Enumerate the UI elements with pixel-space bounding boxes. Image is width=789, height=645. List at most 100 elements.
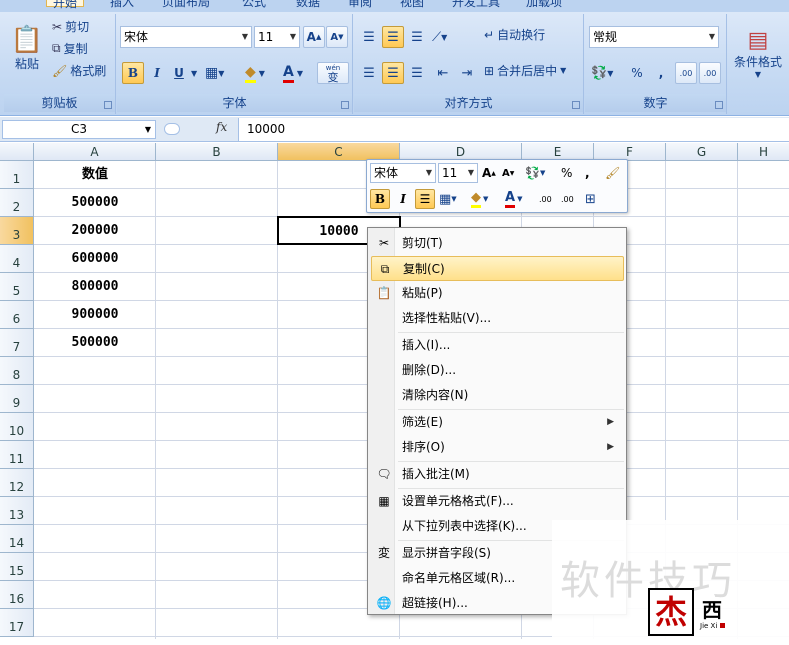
tab-review[interactable]: 审阅 — [348, 0, 372, 10]
underline-dropdown[interactable]: ▼ — [191, 62, 201, 84]
tab-view[interactable]: 视图 — [400, 0, 424, 10]
font-launcher-icon[interactable] — [341, 101, 349, 109]
font-color-button[interactable]: A ▼ — [283, 62, 317, 84]
context-menu-item[interactable]: ▦ 设置单元格格式(F)... — [371, 489, 624, 514]
context-menu-item[interactable]: 排序(O) ▶ — [371, 435, 624, 460]
mini-center-button[interactable]: ☰ — [415, 189, 435, 209]
row-header-7[interactable]: 7 — [0, 329, 34, 357]
comma-button[interactable]: , — [651, 62, 671, 84]
font-size-combo[interactable]: 11 ▼ — [254, 26, 300, 48]
context-menu-item[interactable]: ⧉ 复制(C) — [371, 256, 624, 281]
copy-button[interactable]: ⧉ 复制 — [52, 40, 88, 57]
row-header-10[interactable]: 10 — [0, 413, 34, 441]
mini-increase-decimal-button[interactable]: .00 — [539, 189, 559, 209]
percent-button[interactable]: % — [627, 62, 647, 84]
mini-italic-button[interactable]: I — [394, 189, 412, 209]
context-menu-item[interactable]: 清除内容(N) — [371, 383, 624, 408]
mini-borders-button[interactable]: ▦ ▼ — [439, 189, 469, 209]
number-launcher-icon[interactable] — [715, 101, 723, 109]
mini-fill-color-button[interactable]: ◆ ▼ — [471, 189, 501, 209]
column-header-a[interactable]: A — [34, 143, 156, 161]
mini-grow-font-button[interactable]: A ▲ — [482, 163, 500, 183]
shrink-font-button[interactable]: A ▼ — [326, 26, 348, 48]
context-menu-item[interactable]: 📋 粘贴(P) — [371, 281, 624, 306]
mini-format-painter-button[interactable]: 🖌 — [605, 163, 623, 183]
cell-a6[interactable]: 900000 — [34, 301, 156, 329]
cut-button[interactable]: ✂ 剪切 — [52, 18, 89, 35]
increase-indent-button[interactable]: ⇥ — [456, 62, 478, 84]
italic-button[interactable]: I — [147, 62, 167, 84]
clipboard-launcher-icon[interactable] — [104, 101, 112, 109]
cell-a1[interactable]: 数值 — [34, 161, 156, 189]
cell-a7[interactable]: 500000 — [34, 329, 156, 357]
align-left-button[interactable]: ☰ — [358, 62, 380, 84]
tab-page-layout[interactable]: 页面布局 — [162, 0, 210, 10]
tab-formulas[interactable]: 公式 — [242, 0, 266, 10]
mini-shrink-font-button[interactable]: A ▼ — [502, 163, 520, 183]
row-header-6[interactable]: 6 — [0, 301, 34, 329]
mini-font-color-button[interactable]: A ▼ — [505, 189, 535, 209]
tab-addins[interactable]: 加载项 — [526, 0, 562, 10]
format-painter-button[interactable]: 🖌 格式刷 — [52, 62, 106, 79]
font-name-combo[interactable]: 宋体 ▼ — [120, 26, 252, 48]
row-header-11[interactable]: 11 — [0, 441, 34, 469]
merge-center-button[interactable]: ⊞ 合并后居中 ▼ — [484, 62, 566, 79]
decrease-decimal-button[interactable]: .00 — [699, 62, 721, 84]
align-top-button[interactable]: ☰ — [358, 26, 380, 48]
mini-decrease-decimal-button[interactable]: .00 — [561, 189, 581, 209]
phonetic-button[interactable]: wén 变 — [317, 62, 349, 84]
mini-bold-button[interactable]: B — [370, 189, 390, 209]
fill-color-button[interactable]: ◆ ▼ — [245, 62, 281, 84]
name-box[interactable]: C3 ▼ — [2, 120, 156, 139]
align-center-button[interactable]: ☰ — [382, 62, 404, 84]
conditional-format-button[interactable]: ▤ 条件格式 ▼ — [730, 18, 786, 88]
cell-a3[interactable]: 200000 — [34, 217, 156, 245]
row-header-3[interactable]: 3 — [0, 217, 34, 245]
formula-input[interactable]: 10000 — [238, 118, 789, 141]
underline-button[interactable]: U — [169, 62, 189, 84]
row-header-5[interactable]: 5 — [0, 273, 34, 301]
row-header-14[interactable]: 14 — [0, 525, 34, 553]
borders-button[interactable]: ▦ ▼ — [205, 62, 239, 84]
currency-button[interactable]: 💱 ▼ — [591, 62, 625, 84]
row-header-2[interactable]: 2 — [0, 189, 34, 217]
mini-currency-button[interactable]: 💱 ▼ — [525, 163, 553, 183]
align-right-button[interactable]: ☰ — [406, 62, 428, 84]
align-bottom-button[interactable]: ☰ — [406, 26, 428, 48]
row-header-1[interactable]: 1 — [0, 161, 34, 189]
mini-comma-button[interactable]: , — [585, 163, 597, 183]
mini-percent-button[interactable]: % — [561, 163, 575, 183]
mini-size-combo[interactable]: 11 ▼ — [438, 163, 478, 183]
orientation-button[interactable]: ⟋ ▼ — [432, 26, 464, 48]
row-header-17[interactable]: 17 — [0, 609, 34, 637]
tab-home[interactable]: 开始 — [46, 0, 85, 10]
column-header-b[interactable]: B — [156, 143, 278, 161]
insert-function-icon[interactable]: fx — [216, 120, 227, 134]
context-menu-item[interactable]: 🗨 插入批注(M) — [371, 462, 624, 487]
context-menu-item[interactable]: 筛选(E) ▶ — [371, 410, 624, 435]
column-header-h[interactable]: H — [738, 143, 789, 161]
row-header-16[interactable]: 16 — [0, 581, 34, 609]
row-header-9[interactable]: 9 — [0, 385, 34, 413]
paste-button[interactable]: 📋 粘贴 — [10, 18, 44, 78]
tab-insert[interactable]: 插入 — [110, 0, 134, 10]
context-menu-item[interactable]: ✂ 剪切(T) — [371, 231, 624, 256]
mini-merge-button[interactable]: ⊞ — [585, 189, 605, 209]
number-format-combo[interactable]: 常规 ▼ — [589, 26, 719, 48]
context-menu-item[interactable]: 插入(I)... — [371, 333, 624, 358]
cell-a2[interactable]: 500000 — [34, 189, 156, 217]
align-middle-button[interactable]: ☰ — [382, 26, 404, 48]
grow-font-button[interactable]: A ▲ — [303, 26, 325, 48]
row-header-13[interactable]: 13 — [0, 497, 34, 525]
bold-button[interactable]: B — [122, 62, 144, 84]
cell-a5[interactable]: 800000 — [34, 273, 156, 301]
increase-decimal-button[interactable]: .00 — [675, 62, 697, 84]
row-header-8[interactable]: 8 — [0, 357, 34, 385]
select-all-corner[interactable] — [0, 143, 34, 161]
context-menu-item[interactable]: 选择性粘贴(V)... — [371, 306, 624, 331]
column-header-g[interactable]: G — [666, 143, 738, 161]
cell-a4[interactable]: 600000 — [34, 245, 156, 273]
row-header-15[interactable]: 15 — [0, 553, 34, 581]
row-header-12[interactable]: 12 — [0, 469, 34, 497]
context-menu-item[interactable]: 删除(D)... — [371, 358, 624, 383]
